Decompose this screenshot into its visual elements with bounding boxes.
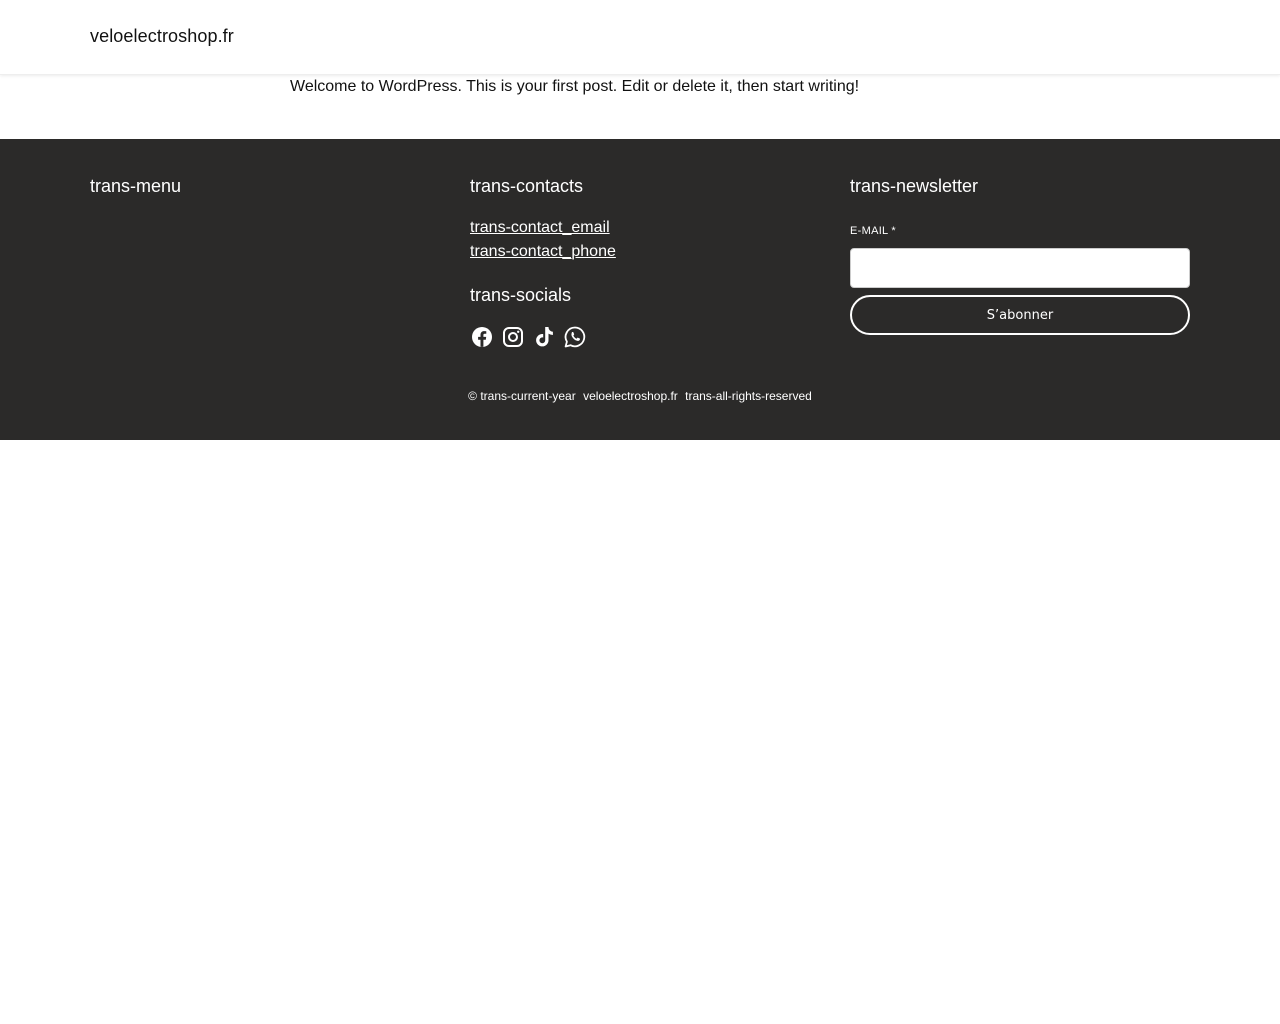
social-links (470, 325, 587, 349)
footer-newsletter-title: trans-newsletter (850, 176, 979, 196)
copyright-line: © trans-current-year veloelectroshop.fr … (0, 389, 1280, 403)
whatsapp-icon[interactable] (563, 325, 587, 349)
subscribe-button[interactable]: S’abonner (850, 295, 1190, 335)
email-field-label: E-MAIL * (850, 225, 897, 237)
facebook-icon[interactable] (470, 325, 494, 349)
copyright-rights: trans-all-rights-reserved (685, 389, 812, 403)
contact-phone-link[interactable]: trans-contact_phone (470, 243, 616, 261)
site-footer: trans-menu trans-contacts trans-contact_… (0, 139, 1280, 440)
email-field[interactable] (850, 248, 1190, 288)
contact-email-link[interactable]: trans-contact_email (470, 219, 610, 237)
footer-socials-title: trans-socials (470, 285, 572, 305)
instagram-icon[interactable] (501, 325, 525, 349)
site-title-link[interactable]: veloelectroshop.fr (90, 26, 234, 47)
tiktok-icon[interactable] (532, 325, 556, 349)
site-header: veloelectroshop.fr (0, 0, 1280, 75)
copyright-site: veloelectroshop.fr (583, 389, 678, 403)
post-excerpt: Welcome to WordPress. This is your first… (290, 78, 860, 95)
footer-menu-title: trans-menu (90, 176, 182, 196)
copyright-year: © trans-current-year (468, 389, 576, 403)
footer-contacts-title: trans-contacts (470, 176, 584, 196)
